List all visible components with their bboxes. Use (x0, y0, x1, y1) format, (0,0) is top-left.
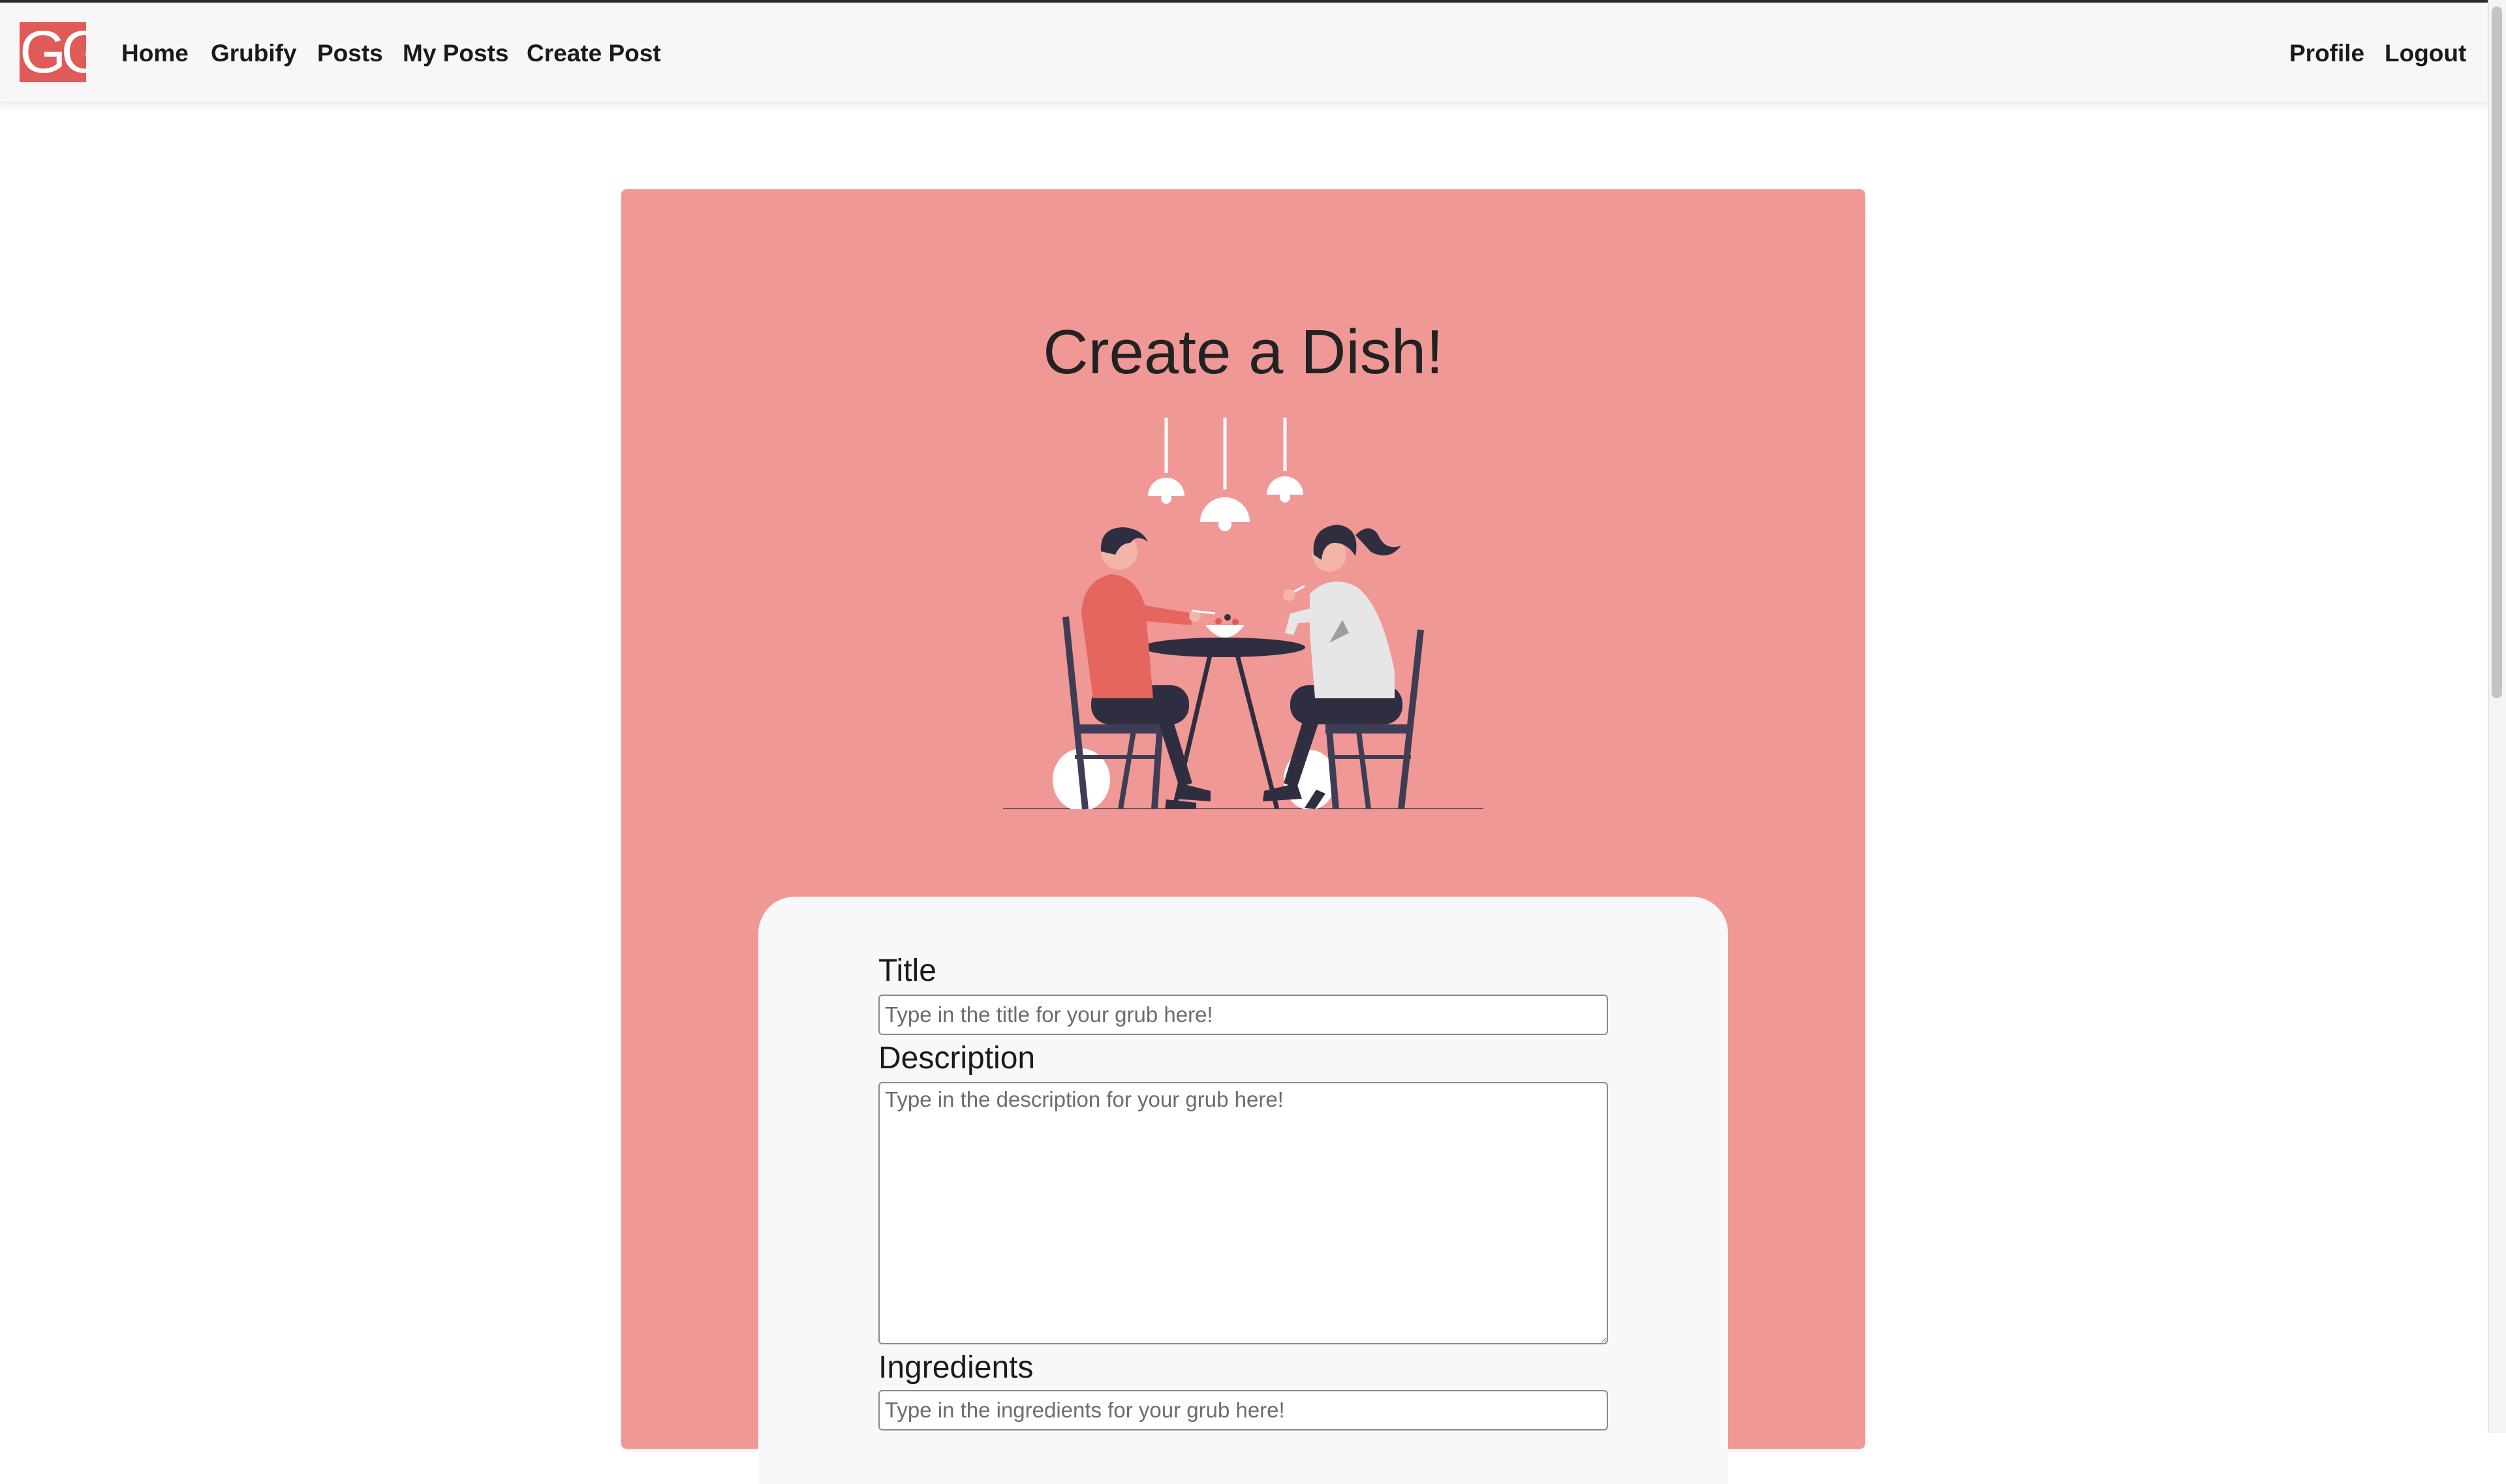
description-label: Description (878, 1041, 1036, 1075)
nav-profile[interactable]: Profile (2289, 35, 2364, 72)
title-label: Title (878, 953, 936, 988)
create-dish-card: Create a Dish! Title Type in the title f… (621, 189, 1865, 1484)
description-textarea[interactable] (878, 1082, 1608, 1344)
top-navbar: GG Home Grubify Posts My Posts Create Po… (0, 3, 2488, 103)
ingredients-label: Ingredients (878, 1350, 1034, 1385)
nav-my-posts[interactable]: My Posts (403, 35, 508, 72)
nav-grubify[interactable]: Grubify (211, 35, 297, 72)
logo[interactable]: GG (20, 22, 86, 82)
ingredients-input[interactable] (878, 1390, 1608, 1430)
nav-posts[interactable]: Posts (317, 35, 383, 72)
page-title: Create a Dish! (1043, 317, 1444, 387)
create-post-form: Title Description Ingredients (758, 897, 1728, 1484)
nav-home[interactable]: Home (121, 35, 189, 72)
nav-logout[interactable]: Logout (2385, 35, 2466, 72)
nav-create-post[interactable]: Create Post (527, 35, 661, 72)
pendant-lamps-icon (1148, 418, 1303, 531)
dining-couple-illustration-icon (1003, 418, 1483, 809)
scrollbar-thumb[interactable] (2492, 7, 2502, 698)
title-input[interactable] (878, 995, 1608, 1035)
